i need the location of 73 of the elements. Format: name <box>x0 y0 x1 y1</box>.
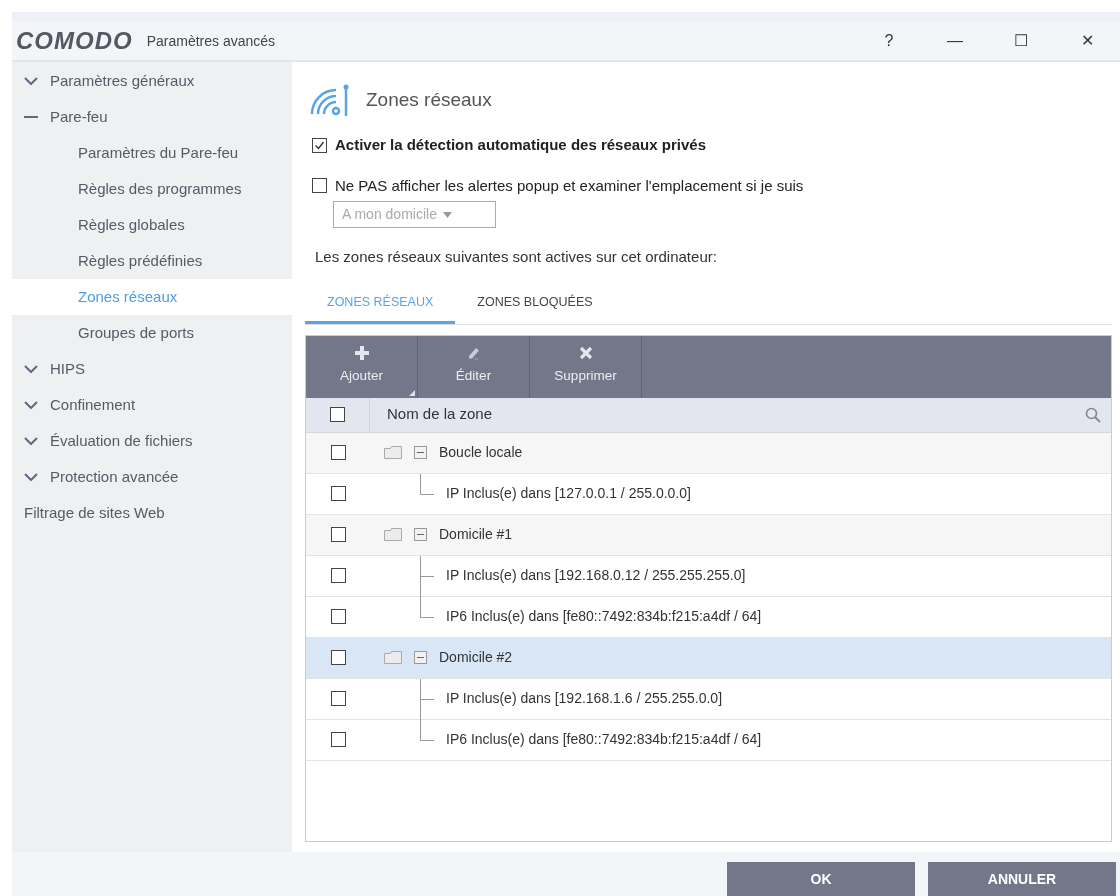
table-cell-text: IP Inclus(e) dans [127.0.0.1 / 255.0.0.0] <box>446 484 691 503</box>
dropdown-corner-icon <box>409 389 415 396</box>
window-control[interactable]: ☐ <box>988 29 1054 53</box>
table-row[interactable]: Domicile #2 <box>306 637 1111 679</box>
checkbox[interactable] <box>312 178 327 194</box>
checkbox[interactable] <box>330 407 345 422</box>
checkbox[interactable] <box>330 568 346 583</box>
checkbox[interactable] <box>330 609 346 624</box>
folder-icon <box>384 651 402 664</box>
chevron-down-icon <box>24 401 38 409</box>
table-row[interactable]: Domicile #1 <box>306 514 1111 556</box>
window-title: Paramètres avancés <box>146 31 276 51</box>
table-row[interactable]: IP Inclus(e) dans [127.0.0.1 / 255.0.0.0] <box>306 473 1111 515</box>
option-label: Activer la détection automatique des réseaux privés <box>335 135 706 155</box>
dialog-button[interactable]: OK <box>727 862 915 896</box>
table-row[interactable]: IP Inclus(e) dans [192.168.0.12 / 255.255.255.0] <box>306 555 1111 597</box>
checkbox[interactable] <box>312 137 327 153</box>
checkbox[interactable] <box>330 732 346 747</box>
toolbar-button[interactable]: Supprimer <box>530 335 642 398</box>
table-cell-text: IP6 Inclus(e) dans [fe80::7492:834b:f215:a4df / 64] <box>446 607 762 626</box>
folder-icon <box>384 446 402 459</box>
tree-connector <box>420 473 434 495</box>
chevron-down-icon <box>24 77 38 85</box>
plus-icon <box>354 346 369 361</box>
folder-icon <box>384 528 402 541</box>
sidebar-item[interactable]: Confinement <box>12 387 292 423</box>
window-control[interactable]: — <box>922 29 988 53</box>
checkbox[interactable] <box>330 691 346 706</box>
checkbox[interactable] <box>330 445 346 460</box>
checkbox[interactable] <box>330 650 346 665</box>
table-cell-text: IP6 Inclus(e) dans [fe80::7492:834b:f215:a4df / 64] <box>446 730 762 749</box>
toolbar-button[interactable]: Ajouter <box>306 335 418 398</box>
toolbar-button[interactable]: Éditer <box>418 335 530 398</box>
table-cell-text: Boucle locale <box>439 443 523 462</box>
window-control[interactable]: ✕ <box>1054 29 1120 53</box>
sidebar-item[interactable]: Règles globales <box>12 207 292 243</box>
chevron-down-icon <box>24 365 38 373</box>
checkbox[interactable] <box>330 527 346 542</box>
table-row[interactable]: IP6 Inclus(e) dans [fe80::7492:834b:f215:a4df / 64] <box>306 719 1111 761</box>
dropdown-caret-icon <box>442 211 452 218</box>
table-row[interactable]: Boucle locale <box>306 432 1111 474</box>
tab[interactable]: ZONES BLOQUÉES <box>455 283 615 324</box>
cross-icon <box>578 346 593 361</box>
window-control[interactable]: ? <box>856 29 922 53</box>
sidebar-item[interactable]: Filtrage de sites Web <box>12 495 292 531</box>
checkbox[interactable] <box>330 486 346 501</box>
collapse-icon[interactable] <box>414 446 427 459</box>
option-label: Ne PAS afficher les alertes popup et examiner l'emplacement si je suis <box>335 175 804 196</box>
collapse-icon[interactable] <box>414 651 427 664</box>
sidebar-item[interactable]: Paramètres généraux <box>12 63 292 99</box>
sidebar-item[interactable]: Règles prédéfinies <box>12 243 292 279</box>
chevron-down-icon <box>24 437 38 445</box>
table-cell-text: Domicile #1 <box>439 525 513 544</box>
sidebar-item[interactable]: Règles des programmes <box>12 171 292 207</box>
sidebar-item[interactable]: Paramètres du Pare-feu <box>12 135 292 171</box>
intro-text: Les zones réseaux suivantes sont actives sur cet ordinateur: <box>315 247 718 267</box>
section-heading: Zones réseaux <box>366 87 492 112</box>
table-cell-text: IP Inclus(e) dans [192.168.1.6 / 255.255.0.0] <box>446 689 723 708</box>
search-icon[interactable] <box>1085 406 1101 423</box>
chevron-down-icon <box>24 473 38 481</box>
sidebar-item[interactable]: Protection avancée <box>12 459 292 495</box>
sidebar-item[interactable]: Groupes de ports <box>12 315 292 351</box>
dialog-button[interactable]: ANNULER <box>928 862 1116 896</box>
table-row[interactable]: IP Inclus(e) dans [192.168.1.6 / 255.255.0.0] <box>306 678 1111 720</box>
sidebar-item[interactable]: Pare-feu <box>12 99 292 135</box>
sidebar-item[interactable]: Évaluation de fichiers <box>12 423 292 459</box>
table-row[interactable]: IP6 Inclus(e) dans [fe80::7492:834b:f215:a4df / 64] <box>306 596 1111 638</box>
collapse-icon[interactable] <box>414 528 427 541</box>
brand-logo: COMODO <box>16 26 133 56</box>
table-cell-text: IP Inclus(e) dans [192.168.0.12 / 255.255.255.0] <box>446 566 746 585</box>
sidebar-item[interactable]: HIPS <box>12 351 292 387</box>
table-cell-text: Domicile #2 <box>439 648 513 667</box>
column-header[interactable]: Nom de la zone <box>387 403 493 426</box>
